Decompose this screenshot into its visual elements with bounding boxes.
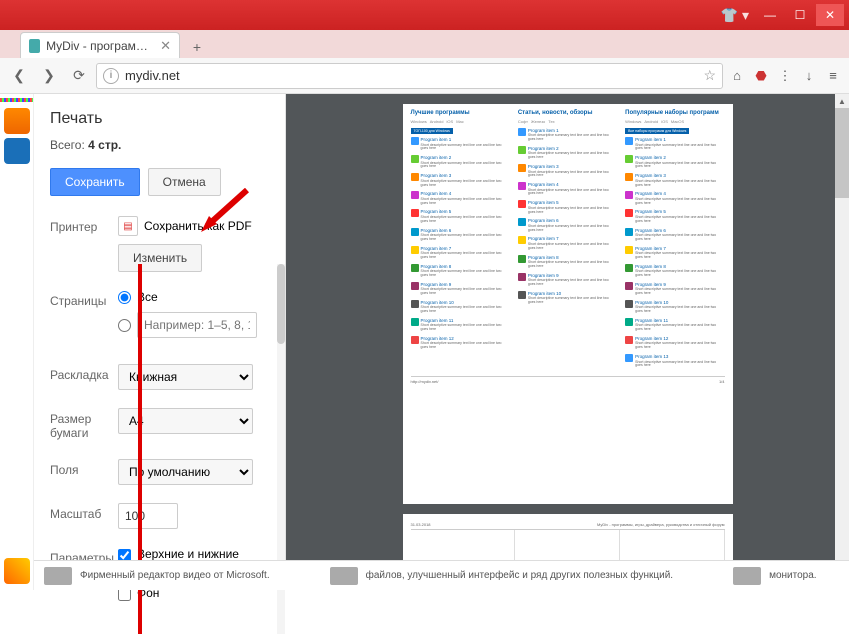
url-box[interactable]: i mydiv.net ☆	[96, 63, 723, 89]
peek-badge-2	[4, 138, 30, 164]
preview-scrollbar[interactable]: ▲ ▼	[835, 94, 849, 590]
tab-close-icon[interactable]: ✕	[160, 38, 171, 54]
window-titlebar: 👕 ▾ — ☐ ✕	[0, 0, 849, 30]
scale-input[interactable]	[118, 503, 178, 529]
pages-range-input[interactable]	[137, 312, 257, 338]
preview-col-1: Лучшие программы WindowsAndroidiOSMac ТО…	[411, 110, 510, 372]
peek-badge-1	[4, 108, 30, 134]
back-button[interactable]: ❮	[6, 63, 32, 89]
pages-label: Страницы	[50, 290, 118, 308]
menu-bars-icon[interactable]: ≡	[823, 66, 843, 86]
printer-label: Принтер	[50, 216, 118, 234]
margins-label: Поля	[50, 459, 118, 477]
peek-thumb	[330, 567, 358, 585]
pages-all-radio[interactable]	[118, 291, 131, 304]
browser-tab[interactable]: MyDiv - программы, иг… ✕	[20, 32, 180, 58]
minimize-button[interactable]: —	[756, 4, 784, 26]
preview-col-3: Популярные наборы программ WindowsAndroi…	[625, 110, 724, 372]
page-count: Всего: 4 стр.	[50, 138, 273, 152]
pdf-icon: ▤	[118, 216, 138, 236]
print-title: Печать	[50, 110, 273, 128]
ext-icon[interactable]: ↓	[799, 66, 819, 86]
pages-range-radio[interactable]	[118, 319, 131, 332]
tab-strip: MyDiv - программы, иг… ✕ +	[0, 30, 849, 58]
change-printer-button[interactable]: Изменить	[118, 244, 202, 272]
reload-button[interactable]: ⟳	[66, 63, 92, 89]
layout-label: Раскладка	[50, 364, 118, 382]
menu-dots-icon[interactable]: ⋮	[775, 66, 795, 86]
page-left-peek	[0, 94, 34, 590]
page-bottom-peek: Фирменный редактор видео от Microsoft. ф…	[34, 560, 849, 590]
peek-thumb	[44, 567, 72, 585]
cancel-button[interactable]: Отмена	[148, 168, 221, 196]
preview-page-1: Лучшие программы WindowsAndroidiOSMac ТО…	[403, 104, 733, 504]
tab-title: MyDiv - программы, иг…	[46, 39, 154, 53]
peek-badge-3	[4, 558, 30, 584]
paper-size-label: Размер бумаги	[50, 408, 118, 441]
maximize-button[interactable]: ☐	[786, 4, 814, 26]
bookmark-star-icon[interactable]: ☆	[703, 67, 716, 84]
close-window-button[interactable]: ✕	[816, 4, 844, 26]
address-bar: ❮ ❯ ⟳ i mydiv.net ☆ ⌂ ⬣ ⋮ ↓ ≡	[0, 58, 849, 94]
save-button[interactable]: Сохранить	[50, 168, 140, 196]
preview-col-2: Статьи, новости, обзоры СофтЖелезоТех Pr…	[518, 110, 617, 372]
new-tab-button[interactable]: +	[186, 36, 208, 58]
scroll-thumb[interactable]	[835, 108, 849, 198]
peek-thumb	[733, 567, 761, 585]
printer-value: Сохранить как PDF	[144, 219, 252, 233]
print-panel: Печать Всего: 4 стр. Сохранить Отмена Пр…	[34, 94, 286, 590]
plugin-icon[interactable]: ⬣	[751, 66, 771, 86]
scale-label: Масштаб	[50, 503, 118, 521]
main-area: Печать Всего: 4 стр. Сохранить Отмена Пр…	[0, 94, 849, 590]
forward-button[interactable]: ❯	[36, 63, 62, 89]
print-preview: Лучшие программы WindowsAndroidiOSMac ТО…	[286, 94, 849, 590]
shirt-icon[interactable]: 👕 ▾	[721, 7, 749, 24]
scroll-up-icon[interactable]: ▲	[835, 94, 849, 108]
home-icon[interactable]: ⌂	[727, 66, 747, 86]
site-info-icon[interactable]: i	[103, 68, 119, 84]
tab-favicon	[29, 39, 40, 53]
url-text: mydiv.net	[125, 68, 180, 83]
